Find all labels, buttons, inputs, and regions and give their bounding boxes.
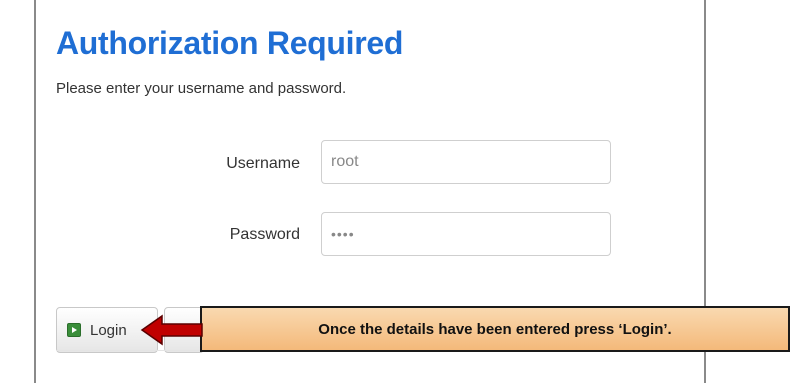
password-input[interactable]: •••• xyxy=(321,212,611,256)
login-icon xyxy=(67,323,81,337)
instruction-callout: Once the details have been entered press… xyxy=(200,306,790,352)
callout-text: Once the details have been entered press… xyxy=(318,320,672,338)
pointer-arrow-icon xyxy=(140,314,203,346)
username-label: Username xyxy=(226,155,300,172)
password-label: Password xyxy=(229,226,300,243)
login-button-label: Login xyxy=(90,321,127,339)
username-input[interactable]: root xyxy=(321,140,611,184)
page-subtitle: Please enter your username and password. xyxy=(56,80,347,97)
page-title: Authorization Required xyxy=(56,25,404,61)
